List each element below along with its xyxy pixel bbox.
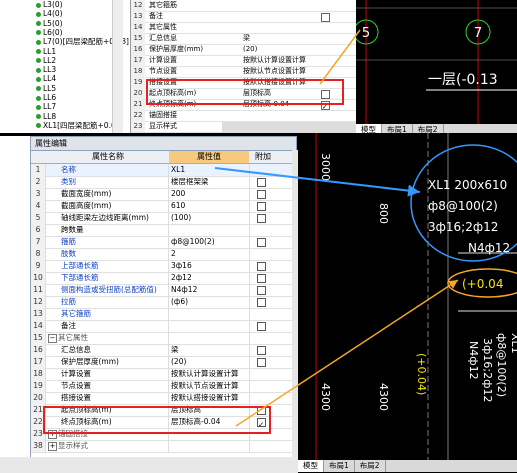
annotation-arrows bbox=[214, 29, 459, 427]
blue-arrow bbox=[214, 167, 421, 197]
orange-arrow-bottom bbox=[235, 279, 459, 427]
orange-arrow-top bbox=[319, 29, 361, 85]
